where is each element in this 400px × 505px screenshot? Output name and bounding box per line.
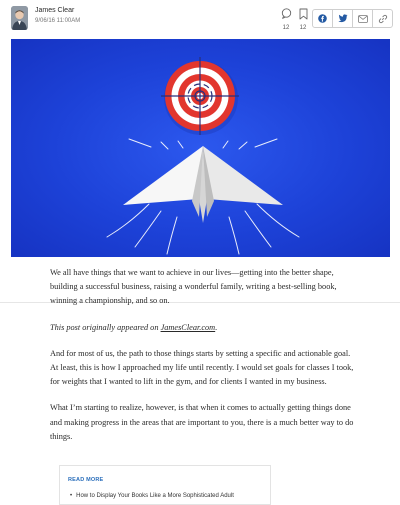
jamesclear-link[interactable]: JamesClear.com xyxy=(161,323,216,332)
share-email-button[interactable] xyxy=(353,10,373,27)
hero-image xyxy=(11,39,390,257)
email-icon xyxy=(357,14,368,23)
comments-button[interactable]: 12 xyxy=(278,8,294,34)
paragraph-intro: We all have things that we want to achie… xyxy=(50,268,337,306)
read-more-title: READ MORE xyxy=(68,477,104,483)
avatar[interactable] xyxy=(11,6,28,30)
read-more-link[interactable]: How to Display Your Books Like a More So… xyxy=(70,493,234,499)
facebook-icon xyxy=(318,14,327,23)
paragraph-attribution: This post originally appeared on JamesCl… xyxy=(50,321,356,335)
paragraph-goals: And for most of us, the path to those th… xyxy=(50,348,354,387)
share-facebook-button[interactable] xyxy=(313,10,333,27)
read-more-card: READ MORE How to Display Your Books Like… xyxy=(59,465,271,505)
bookmarks-count: 12 xyxy=(299,25,307,31)
twitter-icon xyxy=(337,14,348,23)
author-name[interactable]: James Clear xyxy=(35,7,74,14)
target-icon xyxy=(161,57,239,135)
comment-icon xyxy=(281,8,292,19)
attribution-suffix: . xyxy=(215,322,218,332)
link-icon xyxy=(378,14,387,23)
post-date: 9/06/16 11:00AM xyxy=(35,18,81,24)
bookmark-button[interactable]: 12 xyxy=(295,8,311,34)
paper-plane-icon xyxy=(123,146,283,223)
article-body: We all have things that we want to achie… xyxy=(50,266,356,456)
share-twitter-button[interactable] xyxy=(333,10,353,27)
bookmark-icon xyxy=(299,8,308,20)
share-link-button[interactable] xyxy=(373,10,392,27)
hero-illustration xyxy=(106,57,300,255)
share-buttons xyxy=(312,9,393,28)
post-header: James Clear 9/06/16 11:00AM 12 12 xyxy=(0,0,400,40)
author-photo xyxy=(11,6,28,30)
paragraph-realization: What I’m starting to realize, however, i… xyxy=(50,403,354,441)
attribution-text: This post originally appeared on xyxy=(50,322,161,332)
comments-count: 12 xyxy=(282,25,290,31)
